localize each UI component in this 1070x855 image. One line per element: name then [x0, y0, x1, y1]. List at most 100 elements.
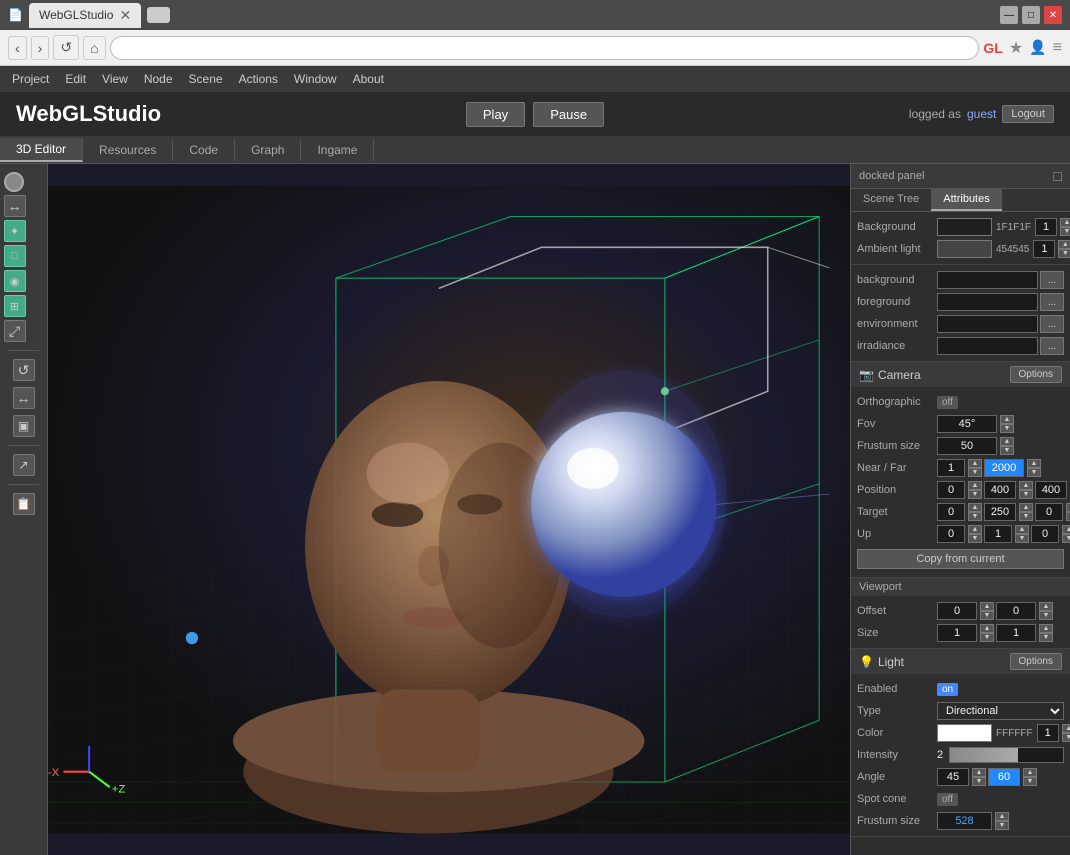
posy-spinner[interactable]: ▲ ▼: [1019, 481, 1033, 499]
close-btn[interactable]: ✕: [1044, 6, 1062, 24]
upy-spinner[interactable]: ▲ ▼: [1015, 525, 1029, 543]
size-x-input[interactable]: [937, 624, 977, 642]
far-input[interactable]: [984, 459, 1024, 477]
panel-scroll[interactable]: Background 1F1F1F ▲ ▼ Ambient ligh: [851, 212, 1070, 855]
bg-spin-up[interactable]: ▲: [1060, 218, 1070, 227]
tgty-spinner[interactable]: ▲ ▼: [1019, 503, 1033, 521]
frustum-input[interactable]: [937, 437, 997, 455]
tab-graph[interactable]: Graph: [235, 139, 301, 161]
fg-tex-input[interactable]: [937, 293, 1038, 311]
frus-spin-down[interactable]: ▼: [1000, 446, 1014, 455]
sizex-spinner[interactable]: ▲ ▼: [980, 624, 994, 642]
frus-spin-up[interactable]: ▲: [1000, 437, 1014, 446]
upx-down[interactable]: ▼: [968, 534, 982, 543]
offx-spinner[interactable]: ▲ ▼: [980, 602, 994, 620]
scale-tool[interactable]: ↔: [13, 387, 35, 409]
bg-tex-input[interactable]: [937, 271, 1038, 289]
menu-view[interactable]: View: [102, 72, 128, 86]
bg-spin-down[interactable]: ▼: [1060, 227, 1070, 236]
lfrus-up[interactable]: ▲: [995, 812, 1009, 821]
sizex-up[interactable]: ▲: [980, 624, 994, 633]
ambient-spinner[interactable]: ▲ ▼: [1058, 240, 1070, 258]
maximize-btn[interactable]: □: [1022, 6, 1040, 24]
angx-down[interactable]: ▼: [972, 777, 986, 786]
angy-spinner[interactable]: ▲ ▼: [1023, 768, 1037, 786]
sizey-up[interactable]: ▲: [1039, 624, 1053, 633]
spotcone-badge[interactable]: off: [937, 793, 958, 806]
env-tex-input[interactable]: [937, 315, 1038, 333]
light-color-spinner[interactable]: ▲ ▼: [1062, 724, 1070, 742]
tab-close-btn[interactable]: ✕: [119, 7, 131, 24]
up-y-input[interactable]: [984, 525, 1012, 543]
pos-y-input[interactable]: [984, 481, 1016, 499]
menu-project[interactable]: Project: [12, 72, 49, 86]
menu-scene[interactable]: Scene: [189, 72, 223, 86]
offy-down[interactable]: ▼: [1039, 611, 1053, 620]
bg-tex-browse[interactable]: ...: [1040, 271, 1064, 289]
angle-x-input[interactable]: [937, 768, 969, 786]
near-input[interactable]: [937, 459, 965, 477]
tab-code[interactable]: Code: [173, 139, 235, 161]
offx-down[interactable]: ▼: [980, 611, 994, 620]
move-tool[interactable]: ↔: [4, 195, 26, 217]
play-button[interactable]: Play: [466, 102, 525, 127]
tgtx-spinner[interactable]: ▲ ▼: [968, 503, 982, 521]
angx-up[interactable]: ▲: [972, 768, 986, 777]
offx-up[interactable]: ▲: [980, 602, 994, 611]
camera-options-btn[interactable]: Options: [1010, 366, 1062, 383]
pause-button[interactable]: Pause: [533, 102, 604, 127]
posx-spinner[interactable]: ▲ ▼: [968, 481, 982, 499]
sizey-down[interactable]: ▼: [1039, 633, 1053, 642]
back-btn[interactable]: ‹: [8, 36, 27, 60]
fov-input[interactable]: [937, 415, 997, 433]
select-tool[interactable]: [4, 172, 24, 192]
lc-spin-down[interactable]: ▼: [1062, 733, 1070, 742]
irr-tex-browse[interactable]: ...: [1040, 337, 1064, 355]
far-spinner[interactable]: ▲ ▼: [1027, 459, 1041, 477]
ortho-value[interactable]: off: [937, 396, 958, 409]
panel-tab-attributes[interactable]: Attributes: [931, 189, 1001, 211]
tgtz-down[interactable]: ▼: [1066, 512, 1070, 521]
menu-window[interactable]: Window: [294, 72, 337, 86]
lfrus-down[interactable]: ▼: [995, 821, 1009, 830]
env-tex-browse[interactable]: ...: [1040, 315, 1064, 333]
light-section-header[interactable]: 💡 Light Options: [851, 649, 1070, 674]
upy-up[interactable]: ▲: [1015, 525, 1029, 534]
logout-button[interactable]: Logout: [1002, 105, 1054, 123]
panel-tab-scene-tree[interactable]: Scene Tree: [851, 189, 931, 211]
light-frustum-input[interactable]: [937, 812, 992, 830]
upx-up[interactable]: ▲: [968, 525, 982, 534]
browser-tab[interactable]: WebGLStudio ✕: [29, 3, 141, 28]
intensity-bar[interactable]: [949, 747, 1064, 763]
camera-section-header[interactable]: 📷 Camera Options: [851, 362, 1070, 387]
irr-tex-input[interactable]: [937, 337, 1038, 355]
doc-tool[interactable]: 📋: [13, 493, 35, 515]
near-spin-up[interactable]: ▲: [968, 459, 982, 468]
tgt-y-input[interactable]: [984, 503, 1016, 521]
upz-down[interactable]: ▼: [1062, 534, 1070, 543]
up-z-input[interactable]: [1031, 525, 1059, 543]
pos-x-input[interactable]: [937, 481, 965, 499]
frustum-spinner[interactable]: ▲ ▼: [1000, 437, 1014, 455]
menu-about[interactable]: About: [353, 72, 384, 86]
angy-down[interactable]: ▼: [1023, 777, 1037, 786]
upx-spinner[interactable]: ▲ ▼: [968, 525, 982, 543]
refresh-btn[interactable]: ↺: [53, 35, 79, 60]
near-spinner[interactable]: ▲ ▼: [968, 459, 982, 477]
forward-btn[interactable]: ›: [31, 36, 50, 60]
tgtz-spinner[interactable]: ▲ ▼: [1066, 503, 1070, 521]
fov-spin-up[interactable]: ▲: [1000, 415, 1014, 424]
home-btn[interactable]: ⌂: [83, 36, 105, 60]
tab-3d-editor[interactable]: 3D Editor: [0, 138, 83, 162]
address-bar[interactable]: [110, 36, 980, 60]
viewport[interactable]: -X +Z: [48, 164, 850, 855]
light-color-swatch[interactable]: [937, 724, 992, 742]
extensions-icon[interactable]: 👤: [1029, 39, 1046, 56]
bookmark-icon[interactable]: ★: [1009, 38, 1023, 58]
tab-resources[interactable]: Resources: [83, 139, 173, 161]
near-spin-down[interactable]: ▼: [968, 468, 982, 477]
tgty-up[interactable]: ▲: [1019, 503, 1033, 512]
lfrus-spinner[interactable]: ▲ ▼: [995, 812, 1009, 830]
panel-close-btn[interactable]: □: [1054, 168, 1062, 184]
ambient-color-swatch[interactable]: [937, 240, 992, 258]
